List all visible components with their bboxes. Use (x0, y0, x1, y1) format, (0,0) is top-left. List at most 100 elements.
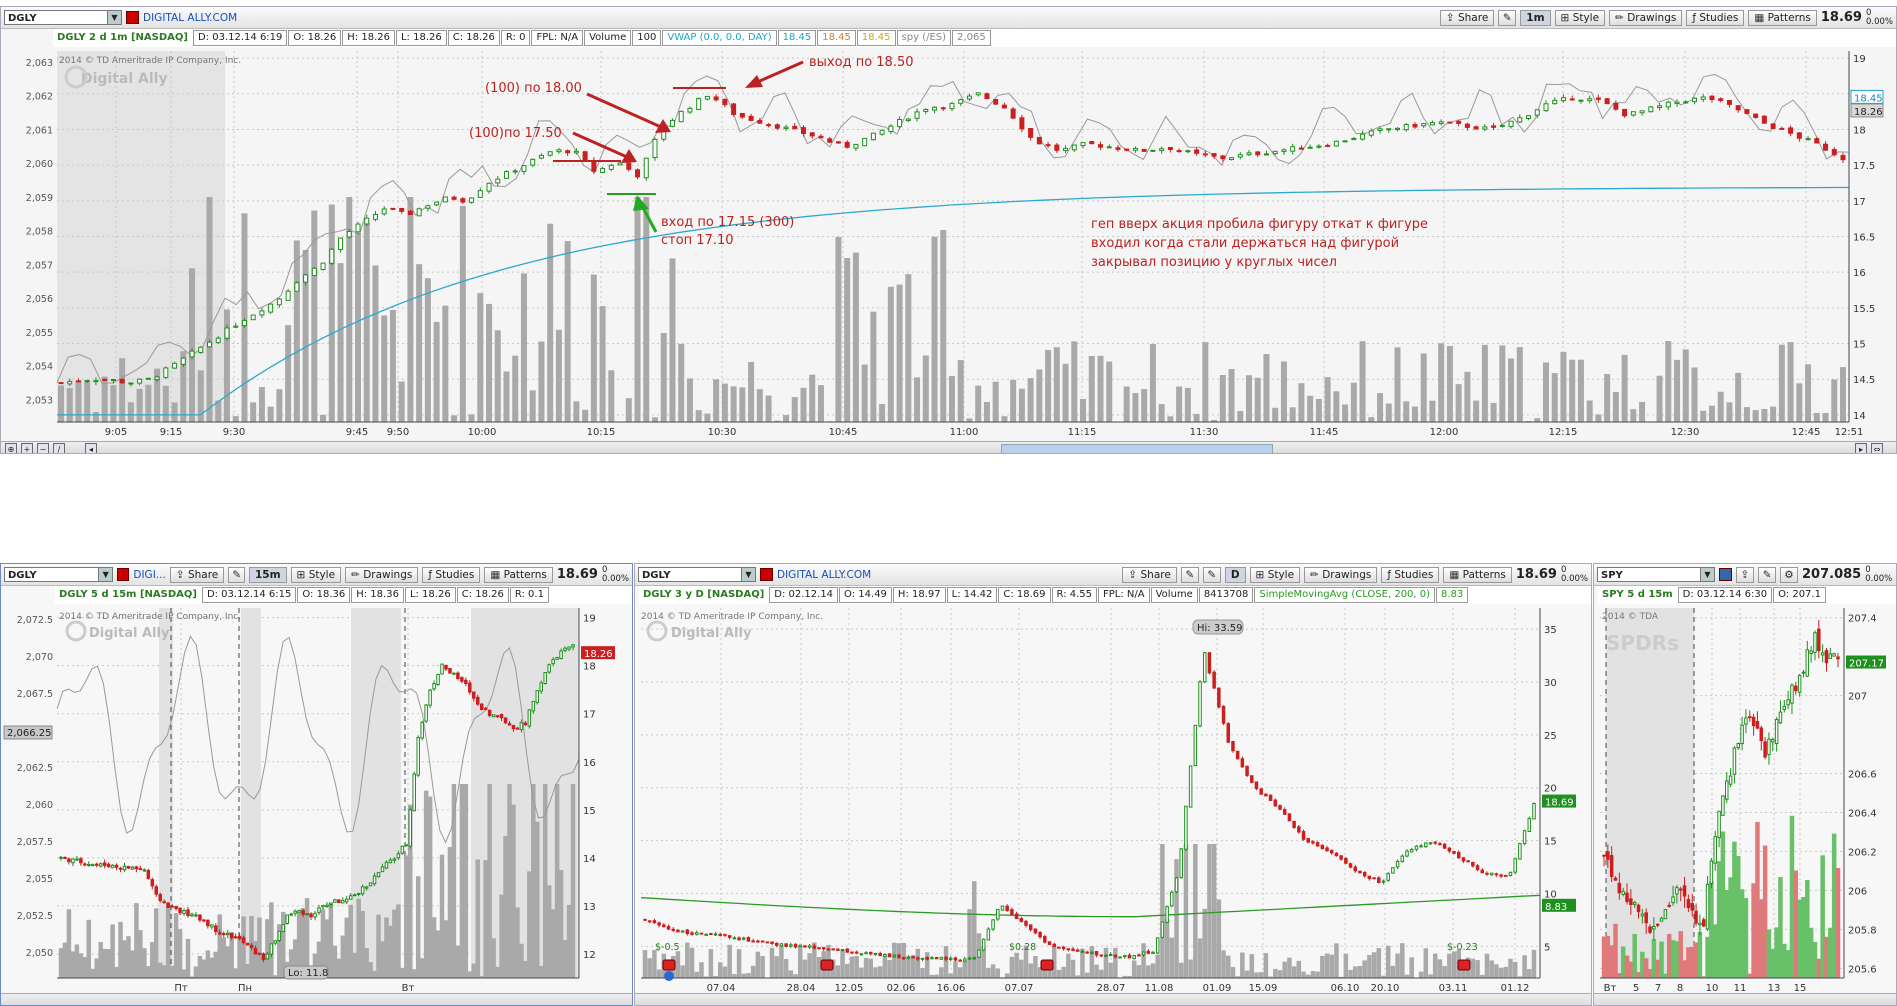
candle-body (897, 954, 901, 959)
candle-body (1221, 705, 1226, 724)
wrench-icon[interactable]: ✎ (1758, 566, 1776, 583)
lower-mid-chart-svg[interactable]: 353025201510507.04 28.04 12.05 02.06 16.06 07… (635, 604, 1592, 1005)
volume-bar (1743, 407, 1750, 422)
share-button[interactable]: ⇪ Share (1122, 566, 1177, 583)
volume-bar (1141, 943, 1146, 978)
candle-body (1151, 951, 1155, 955)
chevron-down-icon[interactable]: ▼ (98, 568, 113, 581)
style-button[interactable]: ⊞ Style (1249, 566, 1301, 583)
symbol-input[interactable]: DGLY ▼ (4, 567, 114, 582)
interval-button[interactable]: 15m (248, 566, 287, 583)
style-button[interactable]: ⊞ Style (290, 566, 342, 583)
candle-body (916, 957, 920, 960)
studies-button[interactable]: ƒ Studies (422, 566, 481, 583)
share-icon[interactable]: ⇪ (1736, 566, 1754, 583)
price-tick-label: 17 (1853, 197, 1866, 208)
draw-icon[interactable]: / (53, 443, 65, 453)
candle-body (920, 957, 925, 960)
zoom-fit-icon[interactable]: ⊕ (5, 443, 17, 453)
volume-bar (355, 233, 361, 422)
patterns-button[interactable]: ▦ Patterns (1748, 9, 1817, 26)
flag-icon[interactable] (117, 568, 130, 581)
candle-body (1141, 148, 1147, 152)
style-button[interactable]: ⊞ Style (1554, 9, 1606, 26)
phone-event-icon[interactable] (1457, 959, 1471, 971)
candle-body (142, 869, 147, 872)
studies-button[interactable]: ƒ Studies (1381, 566, 1440, 583)
volume-bar (1254, 972, 1259, 978)
scroll-right-icon[interactable]: ▸ (1855, 443, 1867, 453)
flag-icon[interactable] (1719, 568, 1732, 581)
candle-body (547, 664, 551, 673)
interval-button[interactable]: 1m (1520, 9, 1551, 26)
volume-bar (721, 383, 728, 422)
volume-bar (840, 950, 845, 978)
symbol-input[interactable]: SPY ▼ (1597, 567, 1715, 582)
symbol-input[interactable]: DGLY ▼ (4, 10, 122, 25)
volume-bar (1329, 954, 1334, 978)
drawings-button[interactable]: ✏ Drawings (1304, 566, 1378, 583)
scroll-thumb[interactable] (1001, 444, 1273, 453)
company-name[interactable]: DIGI... (133, 569, 165, 581)
phone-event-icon[interactable] (662, 959, 676, 971)
lm-scrollbar[interactable] (635, 993, 1591, 1005)
chevron-down-icon[interactable]: ▼ (1700, 568, 1714, 581)
candle-body (469, 197, 475, 203)
zoom-out-icon[interactable]: − (37, 443, 49, 453)
lm-grid (641, 608, 1540, 978)
candle-body (425, 205, 431, 209)
candle-body (329, 248, 335, 264)
candle-body (210, 924, 214, 928)
share-button[interactable]: ⇪ Share (169, 566, 225, 583)
volume-bar (1028, 963, 1033, 978)
volume-bar (680, 965, 685, 978)
wrench-icon[interactable]: ✎ (1180, 566, 1199, 583)
spy-tick-label: 2,062 (26, 92, 53, 103)
candle-body (1226, 723, 1231, 743)
main-scrollbar[interactable]: ⊕ + − / ◂ ▸ ⇔ (1, 441, 1896, 453)
flag-icon[interactable] (760, 568, 773, 581)
candle-body (1522, 830, 1527, 845)
volume-bar (193, 966, 199, 978)
chevron-down-icon[interactable]: ▼ (741, 568, 755, 581)
candle-body (1165, 906, 1169, 923)
share-button[interactable]: ⇪ Share (1439, 9, 1495, 26)
main-chart-svg[interactable]: 1918.51817.51716.51615.51514.5142,0632,0… (1, 47, 1897, 453)
drawings-button[interactable]: ✏ Drawings (345, 566, 419, 583)
lr-scrollbar[interactable] (1594, 993, 1896, 1005)
lower-right-chart-svg[interactable]: 207.4207206.6206.4206.2206205.8205.6Вт 5 7… (1594, 604, 1897, 1005)
candle-body (250, 314, 256, 321)
phone-event-icon[interactable] (820, 959, 834, 971)
volume-bar (177, 929, 183, 978)
expand-icon[interactable]: ⇔ (1871, 443, 1883, 453)
patterns-button[interactable]: ▦ Patterns (484, 566, 553, 583)
dividend-label-3: $-0.23 (1447, 942, 1478, 953)
symbol-input[interactable]: DGLY ▼ (638, 567, 756, 582)
candle-body (1788, 127, 1794, 134)
volume-bar (1307, 395, 1314, 422)
company-name[interactable]: DIGITAL ALLY.COM (143, 12, 237, 24)
flag-icon[interactable] (126, 11, 139, 24)
volume-bar (1774, 927, 1779, 978)
drawings-button[interactable]: ✏ Drawings (1609, 9, 1683, 26)
info-event-icon[interactable] (664, 971, 674, 981)
info-volume: 8413708 (1198, 587, 1254, 603)
zoom-in-icon[interactable]: + (21, 443, 33, 453)
patterns-button[interactable]: ▦ Patterns (1443, 566, 1512, 583)
wrench-icon[interactable]: ✎ (228, 566, 245, 583)
ll-scrollbar[interactable] (1, 993, 632, 1005)
phone-event-icon[interactable] (1040, 959, 1054, 971)
volume-bar (1761, 408, 1768, 422)
interval-button[interactable]: D (1224, 566, 1246, 583)
company-name[interactable]: DIGITAL ALLY.COM (777, 569, 871, 581)
lower-left-chart-svg[interactable]: 19181716151413122,072.52,0702,067.52,065… (1, 604, 633, 1005)
volume-bar (1400, 943, 1405, 978)
settings-icon[interactable]: ⚙ (1780, 566, 1798, 583)
chevron-down-icon[interactable]: ▼ (107, 11, 121, 24)
wrench-icon[interactable]: ✎ (1498, 9, 1517, 26)
wrench-icon-2[interactable]: ✎ (1202, 566, 1221, 583)
price-tag-sma: 8.83 (1545, 902, 1567, 913)
scroll-left-icon[interactable]: ◂ (85, 443, 97, 453)
candle-body (172, 362, 178, 369)
studies-button[interactable]: ƒ Studies (1686, 9, 1745, 26)
